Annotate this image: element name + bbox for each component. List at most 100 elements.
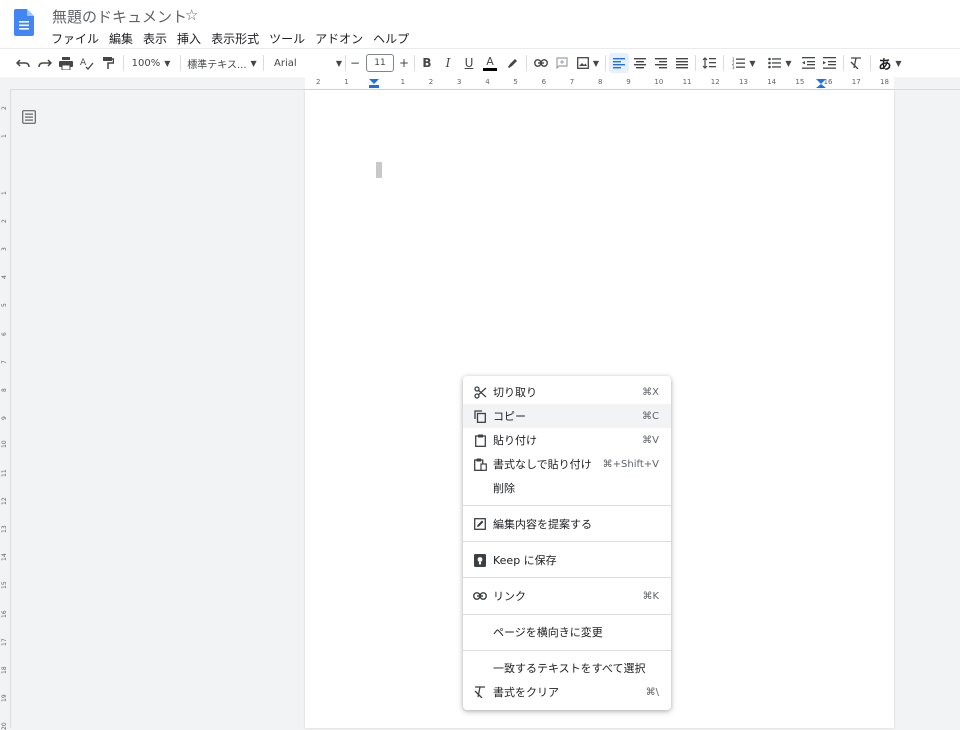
chevron-down-icon: ▼ bbox=[335, 58, 342, 68]
menu-view[interactable]: 表示 bbox=[143, 30, 172, 47]
increase-font-size-button[interactable]: + bbox=[397, 53, 411, 73]
ruler-tick-label: 4 bbox=[485, 78, 490, 86]
menu-format[interactable]: 表示形式 bbox=[211, 30, 264, 47]
insert-comment-icon[interactable] bbox=[553, 53, 571, 73]
right-indent-marker-icon[interactable] bbox=[816, 79, 826, 88]
numbered-list-icon[interactable]: 1 2 3 ▼ bbox=[728, 53, 760, 73]
menu-divider bbox=[463, 541, 671, 542]
menu-item-shortcut: ⌘+Shift+V bbox=[602, 458, 659, 470]
bold-button[interactable]: B bbox=[418, 53, 436, 73]
app-header: 無題のドキュメント ☆ ファイル 編集 表示 挿入 表示形式 ツール アドオン … bbox=[0, 0, 960, 48]
menu-insert[interactable]: 挿入 bbox=[177, 30, 206, 47]
zoom-select[interactable]: 100% ▼ bbox=[128, 53, 174, 73]
star-icon[interactable]: ☆ bbox=[185, 6, 198, 24]
spellcheck-icon[interactable]: A bbox=[78, 53, 96, 73]
menu-item-select-matching[interactable]: 一致するテキストをすべて選択 bbox=[463, 656, 671, 680]
menu-item-copy[interactable]: コピー ⌘C bbox=[463, 404, 671, 428]
insert-image-icon[interactable]: ▼ bbox=[575, 53, 601, 73]
font-size-field-wrap: 11 bbox=[366, 53, 394, 73]
ruler-tick-label: 9 bbox=[1, 416, 8, 421]
chevron-down-icon: ▼ bbox=[592, 58, 600, 68]
menu-item-paste[interactable]: 貼り付け ⌘V bbox=[463, 428, 671, 452]
bulleted-list-icon[interactable]: ▼ bbox=[764, 53, 796, 73]
ruler-tick-label: 13 bbox=[1, 525, 8, 533]
line-spacing-icon[interactable] bbox=[700, 53, 718, 73]
decrease-indent-icon[interactable] bbox=[799, 53, 817, 73]
increase-indent-icon[interactable] bbox=[820, 53, 838, 73]
font-select[interactable]: Arial ▼ bbox=[268, 53, 342, 73]
menu-item-shortcut: ⌘X bbox=[642, 386, 659, 398]
ruler-tick-label: 10 bbox=[654, 78, 664, 86]
font-size-input[interactable]: 11 bbox=[366, 54, 394, 72]
docs-logo-icon[interactable] bbox=[14, 9, 34, 36]
align-right-button[interactable] bbox=[652, 53, 670, 73]
menu-item-delete[interactable]: 削除 bbox=[463, 476, 671, 500]
input-tools-label: あ bbox=[878, 57, 892, 73]
decrease-font-size-button[interactable]: − bbox=[348, 53, 362, 73]
ruler-tick-label: 20 bbox=[1, 722, 8, 730]
italic-button[interactable]: I bbox=[439, 53, 457, 73]
menu-item-cut[interactable]: 切り取り ⌘X bbox=[463, 380, 671, 404]
ruler-tick-label: 3 bbox=[1, 247, 8, 251]
redo-icon[interactable] bbox=[36, 53, 54, 73]
document-title[interactable]: 無題のドキュメント bbox=[52, 6, 187, 27]
toolbar-divider bbox=[414, 55, 415, 71]
align-left-button[interactable] bbox=[609, 53, 629, 73]
ruler-tick-label: 2 bbox=[316, 78, 321, 86]
paragraph-style-select[interactable]: 標準テキス... ▼ bbox=[185, 53, 259, 73]
ruler-tick-label: 6 bbox=[1, 331, 8, 336]
ruler-tick-label: 1 bbox=[344, 78, 349, 86]
menu-divider bbox=[463, 614, 671, 615]
menu-item-clear-formatting[interactable]: 書式をクリア ⌘\ bbox=[463, 680, 671, 704]
document-outline-icon[interactable] bbox=[22, 110, 36, 124]
menu-item-paste-without-formatting[interactable]: 書式なしで貼り付け ⌘+Shift+V bbox=[463, 452, 671, 476]
ruler-tick-label: 8 bbox=[598, 78, 603, 86]
print-icon[interactable] bbox=[57, 53, 75, 73]
menu-item-link[interactable]: リンク ⌘K bbox=[463, 584, 671, 608]
paste-plain-icon bbox=[473, 457, 487, 471]
ruler-tick-label: 10 bbox=[1, 440, 8, 449]
menu-edit[interactable]: 編集 bbox=[109, 30, 138, 47]
ruler-tick-label: 1 bbox=[400, 78, 406, 86]
clear-format-icon bbox=[473, 685, 487, 699]
underline-button[interactable]: U bbox=[460, 53, 478, 73]
menu-item-suggest-edits[interactable]: 編集内容を提案する bbox=[463, 512, 671, 536]
ruler-tick-label: 12 bbox=[1, 497, 8, 505]
menu-item-label: コピー bbox=[493, 410, 526, 423]
align-justify-button[interactable] bbox=[673, 53, 691, 73]
chevron-down-icon: ▼ bbox=[749, 58, 756, 68]
link-icon bbox=[473, 589, 487, 603]
ruler-tick-label: 2 bbox=[1, 106, 8, 110]
menu-item-landscape[interactable]: ページを横向きに変更 bbox=[463, 620, 671, 644]
ruler-tick-label: 15 bbox=[1, 581, 8, 590]
paint-format-icon[interactable] bbox=[99, 53, 117, 73]
undo-icon[interactable] bbox=[14, 53, 32, 73]
menu-addons[interactable]: アドオン bbox=[315, 30, 368, 47]
ruler-tick-label: 14 bbox=[1, 553, 8, 562]
menu-divider bbox=[463, 650, 671, 651]
menu-item-save-to-keep[interactable]: Keep に保存 bbox=[463, 548, 671, 572]
toolbar-divider bbox=[605, 55, 606, 71]
ruler-tick-label: 19 bbox=[1, 694, 8, 703]
menu-help[interactable]: ヘルプ bbox=[373, 30, 414, 47]
toolbar-divider bbox=[723, 55, 724, 71]
paragraph-style-value: 標準テキス... bbox=[187, 59, 247, 71]
ruler-tick-label: 18 bbox=[880, 78, 889, 86]
left-indent-marker-icon[interactable] bbox=[369, 79, 379, 88]
align-center-button[interactable] bbox=[631, 53, 649, 73]
toolbar-divider bbox=[345, 55, 346, 71]
text-color-button[interactable]: A bbox=[481, 53, 499, 73]
ruler-tick-label: 16 bbox=[1, 609, 8, 618]
menu-file[interactable]: ファイル bbox=[51, 30, 104, 47]
menu-tools[interactable]: ツール bbox=[269, 30, 310, 47]
input-tools-button[interactable]: あ ▼ bbox=[874, 53, 906, 73]
ruler-tick-label: 11 bbox=[682, 78, 692, 86]
toolbar-divider bbox=[263, 55, 264, 71]
insert-link-icon[interactable] bbox=[532, 53, 550, 73]
clear-formatting-icon[interactable] bbox=[847, 53, 865, 73]
highlight-color-icon[interactable] bbox=[503, 53, 521, 73]
zoom-value: 100% bbox=[131, 57, 161, 69]
ruler-tick-label: 5 bbox=[513, 78, 518, 86]
menu-item-label: 書式をクリア bbox=[493, 686, 559, 699]
vertical-ruler[interactable]: 2 1 1 2 3 4 5 6 7 8 9 10 11 12 13 14 15 16 17 18 19 20 bbox=[0, 89, 11, 730]
